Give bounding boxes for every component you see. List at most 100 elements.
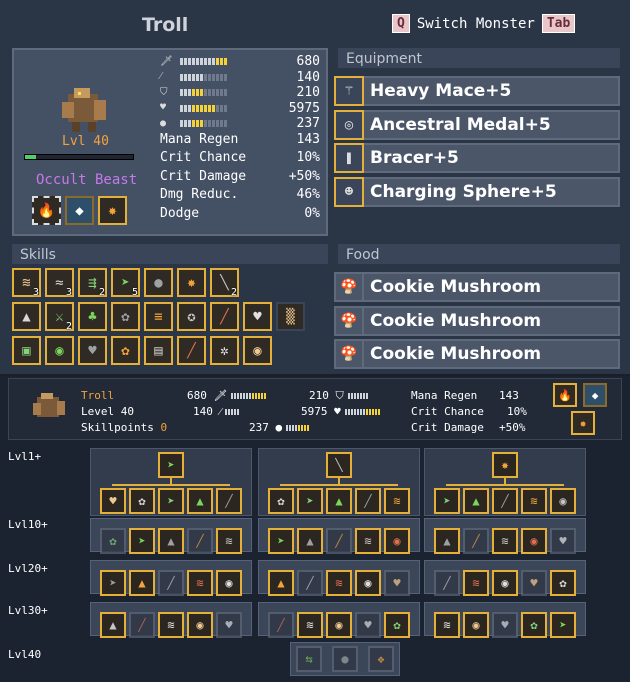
food-slot[interactable]: 🍄 Cookie Mushroom xyxy=(334,339,620,369)
tree-skill-node[interactable]: ♥ xyxy=(100,488,126,514)
burst-trait-icon[interactable]: ✸ xyxy=(571,411,595,435)
tree-skill-node[interactable]: ✿ xyxy=(268,488,294,514)
tree-skill-node[interactable]: ╱ xyxy=(492,488,518,514)
tree-skill-node[interactable]: ♥ xyxy=(550,528,576,554)
tree-skill-node[interactable]: ➤ xyxy=(550,612,576,638)
tree-skill-node[interactable]: ◉ xyxy=(326,612,352,638)
skill-icon[interactable]: ≋ 3 xyxy=(12,268,41,298)
ultimate-skill-node[interactable]: ⇆ xyxy=(296,646,322,672)
tree-skill-node[interactable]: ➤ xyxy=(100,570,126,596)
tree-skill-node[interactable]: ≋ xyxy=(158,612,184,638)
tab-key[interactable]: Tab xyxy=(541,14,576,33)
tree-skill-node[interactable]: ♥ xyxy=(492,612,518,638)
tree-skill-node[interactable]: ◉ xyxy=(492,570,518,596)
tree-root-skill[interactable]: ╲ xyxy=(326,452,352,478)
burst-trait-icon[interactable]: ✸ xyxy=(98,196,127,225)
switch-monster-control[interactable]: Q Switch Monster Tab xyxy=(392,14,576,33)
equipment-slot[interactable]: ◎ Ancestral Medal+5 xyxy=(334,109,620,140)
tree-skill-node[interactable]: ╱ xyxy=(463,528,489,554)
tree-skill-node[interactable]: ╱ xyxy=(129,612,155,638)
skill-icon[interactable]: ⇶ 2 xyxy=(78,268,107,298)
tree-skill-node[interactable]: ▲ xyxy=(158,528,184,554)
tree-skill-node[interactable]: ≋ xyxy=(384,488,410,514)
tree-skill-node[interactable]: ╱ xyxy=(326,528,352,554)
tree-skill-node[interactable]: ▲ xyxy=(326,488,352,514)
tree-skill-node[interactable]: ╱ xyxy=(297,570,323,596)
equipment-slot[interactable]: ☻ Charging Sphere+5 xyxy=(334,176,620,207)
skill-icon[interactable]: ▤ xyxy=(144,336,173,365)
tree-skill-node[interactable]: ♥ xyxy=(216,612,242,638)
tree-skill-node[interactable]: ▲ xyxy=(463,488,489,514)
tree-skill-node[interactable]: ≋ xyxy=(492,528,518,554)
tree-skill-node[interactable]: ▲ xyxy=(187,488,213,514)
tree-root-skill[interactable]: ➤ xyxy=(158,452,184,478)
ultimate-skill-node[interactable]: ❖ xyxy=(368,646,394,672)
tree-skill-node[interactable]: ≋ xyxy=(521,488,547,514)
tree-skill-node[interactable]: ✿ xyxy=(550,570,576,596)
skill-icon[interactable]: ✿ xyxy=(111,336,140,365)
skill-icon[interactable]: ✿ xyxy=(111,302,140,331)
tree-skill-node[interactable]: ▲ xyxy=(434,528,460,554)
tree-skill-node[interactable]: ➤ xyxy=(268,528,294,554)
nature-trait-icon[interactable]: ◆ xyxy=(65,196,94,225)
tree-skill-node[interactable]: ◉ xyxy=(384,528,410,554)
tree-skill-node[interactable]: ➤ xyxy=(434,488,460,514)
skill-icon[interactable]: ✸ xyxy=(177,268,206,297)
food-slot[interactable]: 🍄 Cookie Mushroom xyxy=(334,305,620,336)
skill-icon[interactable]: ✲ xyxy=(210,336,239,365)
equipment-slot[interactable]: ⚚ Heavy Mace+5 xyxy=(334,76,620,106)
tree-skill-node[interactable]: ≋ xyxy=(463,570,489,596)
tree-skill-node[interactable]: ♥ xyxy=(521,570,547,596)
skill-icon[interactable]: ╲ 2 xyxy=(210,268,239,298)
tree-skill-node[interactable]: ➤ xyxy=(297,488,323,514)
tree-skill-node[interactable]: ✿ xyxy=(129,488,155,514)
skill-icon[interactable]: ◉ xyxy=(45,336,74,365)
fire-trait-icon[interactable]: 🔥 xyxy=(32,196,61,225)
fire-trait-icon[interactable]: 🔥 xyxy=(553,383,577,407)
tree-skill-node[interactable]: ♥ xyxy=(384,570,410,596)
ultimate-skill-node[interactable]: ● xyxy=(332,646,358,672)
skill-icon[interactable]: ≈3 xyxy=(45,268,74,298)
skill-icon[interactable]: ╱ xyxy=(177,336,206,365)
skill-icon[interactable]: ▒ xyxy=(276,302,305,331)
tree-skill-node[interactable]: ≋ xyxy=(326,570,352,596)
tree-skill-node[interactable]: ➤ xyxy=(158,488,184,514)
skill-icon[interactable]: ▲ xyxy=(12,302,41,331)
skill-icon[interactable]: ◉ xyxy=(243,336,272,365)
tree-skill-node[interactable]: ╱ xyxy=(434,570,460,596)
tree-skill-node[interactable]: ✿ xyxy=(384,612,410,638)
tree-skill-node[interactable]: ◉ xyxy=(550,488,576,514)
tree-skill-node[interactable]: ➤ xyxy=(129,528,155,554)
skill-icon[interactable]: ♥ xyxy=(78,336,107,365)
tree-skill-node[interactable]: ◉ xyxy=(521,528,547,554)
tree-skill-node[interactable]: ✿ xyxy=(521,612,547,638)
skill-icon[interactable]: ● xyxy=(144,268,173,297)
tree-skill-node[interactable]: ╱ xyxy=(216,488,242,514)
tree-skill-node[interactable]: ╱ xyxy=(187,528,213,554)
tree-skill-node[interactable]: ▲ xyxy=(100,612,126,638)
tree-skill-node[interactable]: ◉ xyxy=(355,570,381,596)
tree-skill-node[interactable]: ≋ xyxy=(355,528,381,554)
skill-icon[interactable]: ➤ 5 xyxy=(111,268,140,298)
tree-skill-node[interactable]: ╱ xyxy=(268,612,294,638)
tree-skill-node[interactable]: ▲ xyxy=(297,528,323,554)
skill-icon[interactable]: ♥ xyxy=(243,302,272,331)
tree-skill-node[interactable]: ♥ xyxy=(355,612,381,638)
skill-icon[interactable]: ≡ xyxy=(144,302,173,331)
tree-skill-node[interactable]: ≋ xyxy=(216,528,242,554)
tree-skill-node[interactable]: ╱ xyxy=(355,488,381,514)
tree-skill-node[interactable]: ≋ xyxy=(187,570,213,596)
tree-skill-node[interactable]: ✿ xyxy=(100,528,126,554)
tree-skill-node[interactable]: ≋ xyxy=(434,612,460,638)
skill-icon[interactable]: ✪ xyxy=(177,302,206,331)
skill-icon[interactable]: ♣ xyxy=(78,302,107,331)
nature-trait-icon[interactable]: ◆ xyxy=(583,383,607,407)
tree-skill-node[interactable]: ≋ xyxy=(297,612,323,638)
tree-skill-node[interactable]: ◉ xyxy=(216,570,242,596)
skill-icon[interactable]: ▣ xyxy=(12,336,41,365)
tree-skill-node[interactable]: ▲ xyxy=(268,570,294,596)
food-slot[interactable]: 🍄 Cookie Mushroom xyxy=(334,272,620,302)
tree-skill-node[interactable]: ◉ xyxy=(187,612,213,638)
skill-icon[interactable]: ⚔ 2 xyxy=(45,302,74,332)
tree-skill-node[interactable]: ╱ xyxy=(158,570,184,596)
